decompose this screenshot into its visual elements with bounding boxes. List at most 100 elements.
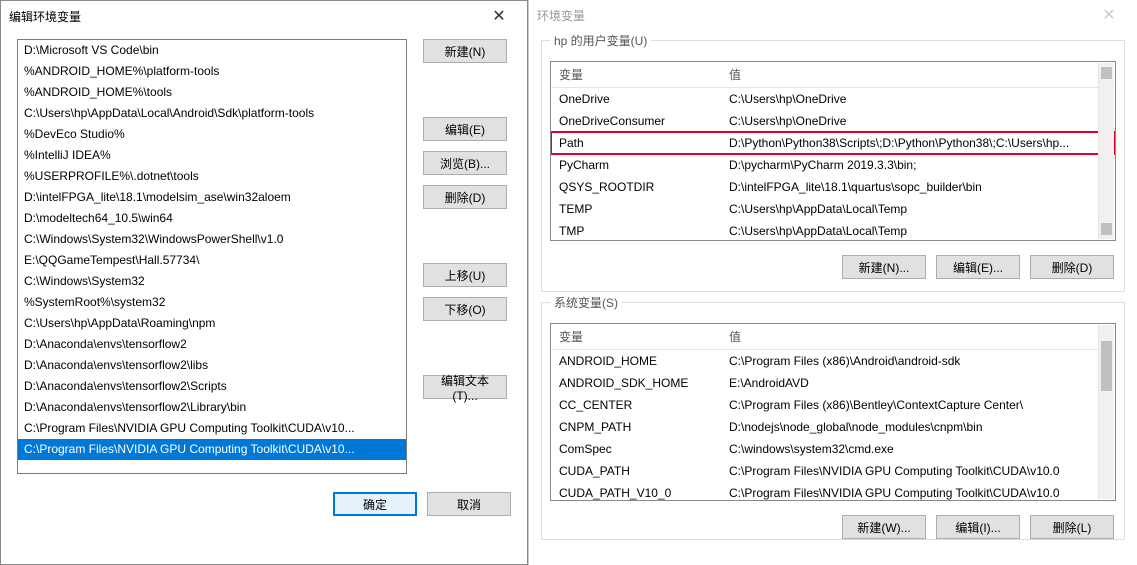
table-body: ANDROID_HOMEC:\Program Files (x86)\Andro… [551,350,1115,501]
table-row[interactable]: OneDriveConsumerC:\Users\hp\OneDrive [551,110,1115,132]
list-item[interactable]: C:\Windows\System32 [18,271,406,292]
list-item[interactable]: %DevEco Studio% [18,124,406,145]
var-name: ComSpec [551,438,721,460]
table-row[interactable]: ComSpecC:\windows\system32\cmd.exe [551,438,1115,460]
close-button[interactable]: ✕ [1089,1,1129,29]
table-row[interactable]: CC_CENTERC:\Program Files (x86)\Bentley\… [551,394,1115,416]
column-value[interactable]: 值 [721,324,1115,349]
var-value: C:\Program Files (x86)\Android\android-s… [721,350,1115,372]
var-value: C:\Users\hp\AppData\Local\Temp [721,220,1115,241]
user-edit-button[interactable]: 编辑(E)... [936,255,1020,279]
env-vars-dialog: 环境变量 ✕ hp 的用户变量(U) 变量 值 OneDriveC:\Users… [528,0,1137,565]
list-item[interactable]: C:\Users\hp\AppData\Roaming\npm [18,313,406,334]
list-item[interactable]: C:\Program Files\NVIDIA GPU Computing To… [18,439,406,460]
content-area: D:\Microsoft VS Code\bin%ANDROID_HOME%\p… [1,31,527,484]
list-item[interactable]: %USERPROFILE%\.dotnet\tools [18,166,406,187]
list-item[interactable]: %ANDROID_HOME%\platform-tools [18,61,406,82]
delete-button[interactable]: 删除(D) [423,185,507,209]
titlebar: 环境变量 ✕ [529,0,1137,30]
system-edit-button[interactable]: 编辑(I)... [936,515,1020,539]
user-vars-label: hp 的用户变量(U) [550,32,651,49]
list-item[interactable]: D:\Anaconda\envs\tensorflow2\Scripts [18,376,406,397]
cancel-button[interactable]: 取消 [427,492,511,516]
user-delete-button[interactable]: 删除(D) [1030,255,1114,279]
system-vars-buttons: 新建(W)... 编辑(I)... 删除(L) [542,507,1124,539]
system-vars-group: 系统变量(S) 变量 值 ANDROID_HOMEC:\Program File… [541,302,1125,540]
list-item[interactable]: E:\QQGameTempest\Hall.57734\ [18,250,406,271]
var-value: D:\pycharm\PyCharm 2019.3.3\bin; [721,154,1115,176]
table-row[interactable]: OneDriveC:\Users\hp\OneDrive [551,88,1115,110]
column-name[interactable]: 变量 [551,62,721,87]
move-down-button[interactable]: 下移(O) [423,297,507,321]
list-item[interactable]: C:\Users\hp\AppData\Local\Android\Sdk\pl… [18,103,406,124]
table-body: OneDriveC:\Users\hp\OneDriveOneDriveCons… [551,88,1115,241]
var-name: CNPM_PATH [551,416,721,438]
list-item[interactable]: D:\Microsoft VS Code\bin [18,40,406,61]
scrollbar[interactable] [1098,63,1114,239]
var-name: QSYS_ROOTDIR [551,176,721,198]
column-value[interactable]: 值 [721,62,1115,87]
var-name: TMP [551,220,721,241]
var-value: C:\Program Files\NVIDIA GPU Computing To… [721,482,1115,501]
ok-button[interactable]: 确定 [333,492,417,516]
list-item[interactable]: D:\Anaconda\envs\tensorflow2\libs [18,355,406,376]
var-value: D:\intelFPGA_lite\18.1\quartus\sopc_buil… [721,176,1115,198]
table-header: 变量 值 [551,324,1115,350]
list-item[interactable]: C:\Program Files\NVIDIA GPU Computing To… [18,418,406,439]
list-item[interactable]: %ANDROID_HOME%\tools [18,82,406,103]
var-name: CUDA_PATH_V10_0 [551,482,721,501]
var-name: OneDriveConsumer [551,110,721,132]
user-vars-table[interactable]: 变量 值 OneDriveC:\Users\hp\OneDriveOneDriv… [550,61,1116,241]
system-vars-table[interactable]: 变量 值 ANDROID_HOMEC:\Program Files (x86)\… [550,323,1116,501]
list-item[interactable]: D:\Anaconda\envs\tensorflow2 [18,334,406,355]
table-row[interactable]: TMPC:\Users\hp\AppData\Local\Temp [551,220,1115,241]
system-delete-button[interactable]: 删除(L) [1030,515,1114,539]
scroll-thumb[interactable] [1101,341,1112,391]
column-name[interactable]: 变量 [551,324,721,349]
close-icon: ✕ [1102,5,1115,25]
system-new-button[interactable]: 新建(W)... [842,515,926,539]
new-button[interactable]: 新建(N) [423,39,507,63]
edit-text-button[interactable]: 编辑文本(T)... [423,375,507,399]
user-new-button[interactable]: 新建(N)... [842,255,926,279]
close-button[interactable]: ✕ [479,2,519,30]
move-up-button[interactable]: 上移(U) [423,263,507,287]
table-row[interactable]: ANDROID_SDK_HOMEE:\AndroidAVD [551,372,1115,394]
var-name: ANDROID_SDK_HOME [551,372,721,394]
list-item[interactable]: D:\intelFPGA_lite\18.1\modelsim_ase\win3… [18,187,406,208]
dialog-title: 编辑环境变量 [9,8,479,25]
var-value: C:\Users\hp\AppData\Local\Temp [721,198,1115,220]
browse-button[interactable]: 浏览(B)... [423,151,507,175]
table-row[interactable]: PathD:\Python\Python38\Scripts\;D:\Pytho… [551,132,1115,154]
edit-button[interactable]: 编辑(E) [423,117,507,141]
var-name: CC_CENTER [551,394,721,416]
table-row[interactable]: QSYS_ROOTDIRD:\intelFPGA_lite\18.1\quart… [551,176,1115,198]
table-row[interactable]: ANDROID_HOMEC:\Program Files (x86)\Andro… [551,350,1115,372]
scrollbar[interactable] [1098,325,1114,499]
table-row[interactable]: CUDA_PATHC:\Program Files\NVIDIA GPU Com… [551,460,1115,482]
list-item[interactable]: D:\Anaconda\envs\tensorflow2\Library\bin [18,397,406,418]
scroll-down-icon[interactable] [1101,223,1112,235]
list-item[interactable]: C:\Windows\System32\WindowsPowerShell\v1… [18,229,406,250]
var-name: PyCharm [551,154,721,176]
var-value: D:\Python\Python38\Scripts\;D:\Python\Py… [721,132,1115,154]
list-item[interactable]: %IntelliJ IDEA% [18,145,406,166]
var-name: TEMP [551,198,721,220]
titlebar: 编辑环境变量 ✕ [1,1,527,31]
var-name: ANDROID_HOME [551,350,721,372]
button-column: 新建(N) 编辑(E) 浏览(B)... 删除(D) 上移(U) 下移(O) 编… [423,39,507,474]
var-name: Path [551,132,721,154]
var-value: E:\AndroidAVD [721,372,1115,394]
footer-buttons: 确定 取消 [1,484,527,528]
var-value: C:\Users\hp\OneDrive [721,110,1115,132]
table-row[interactable]: PyCharmD:\pycharm\PyCharm 2019.3.3\bin; [551,154,1115,176]
var-value: C:\Program Files (x86)\Bentley\ContextCa… [721,394,1115,416]
list-item[interactable]: %SystemRoot%\system32 [18,292,406,313]
var-name: OneDrive [551,88,721,110]
table-row[interactable]: TEMPC:\Users\hp\AppData\Local\Temp [551,198,1115,220]
list-item[interactable]: D:\modeltech64_10.5\win64 [18,208,406,229]
scroll-up-icon[interactable] [1101,67,1112,79]
table-row[interactable]: CUDA_PATH_V10_0C:\Program Files\NVIDIA G… [551,482,1115,501]
path-listbox[interactable]: D:\Microsoft VS Code\bin%ANDROID_HOME%\p… [17,39,407,474]
table-row[interactable]: CNPM_PATHD:\nodejs\node_global\node_modu… [551,416,1115,438]
